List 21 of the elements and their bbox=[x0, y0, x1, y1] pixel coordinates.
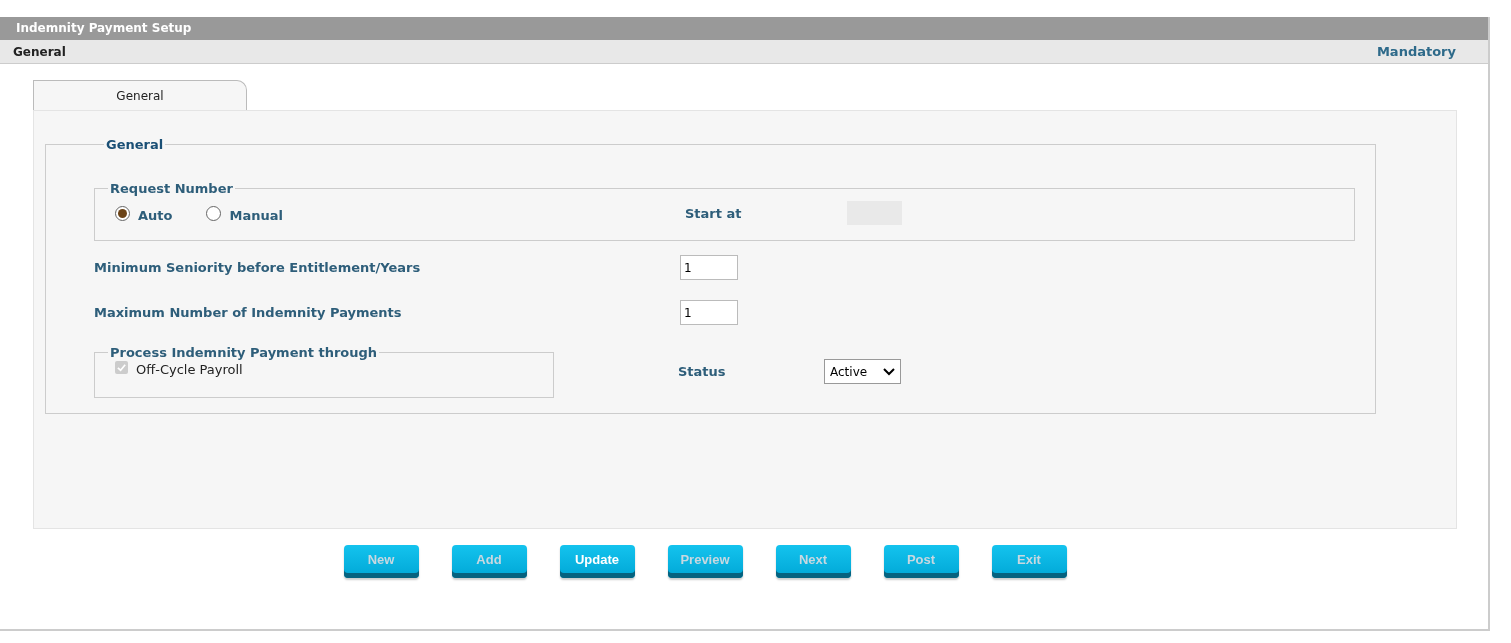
mandatory-label: Mandatory bbox=[1376, 44, 1456, 59]
group-title: General bbox=[105, 137, 165, 152]
group-title: Request Number bbox=[109, 181, 234, 196]
radio[interactable] bbox=[206, 205, 222, 221]
action-button[interactable]: Update bbox=[559, 545, 635, 578]
radio-label: Manual bbox=[229, 207, 283, 223]
status-label: Status bbox=[678, 364, 727, 379]
window-title: Indemnity Payment Setup bbox=[0, 17, 1488, 40]
checkbox-label: Off-Cycle Payroll bbox=[136, 362, 243, 377]
radio-label: Auto bbox=[138, 207, 173, 223]
field-label: Minimum Seniority before Entitlement/Years bbox=[94, 260, 422, 275]
group-title: Process Indemnity Payment through bbox=[109, 345, 379, 360]
input-field[interactable]: 1 bbox=[680, 300, 738, 325]
selected-radio[interactable] bbox=[115, 205, 130, 221]
field-label: Maximum Number of Indemnity Payments bbox=[94, 305, 403, 320]
status-dropdown[interactable]: Active bbox=[824, 359, 901, 384]
input-field[interactable]: 1 bbox=[680, 255, 738, 280]
section-title: General bbox=[13, 44, 66, 59]
start-at-label: Start at bbox=[684, 205, 742, 221]
tab[interactable]: General bbox=[33, 80, 247, 110]
caret-icon bbox=[883, 367, 895, 376]
